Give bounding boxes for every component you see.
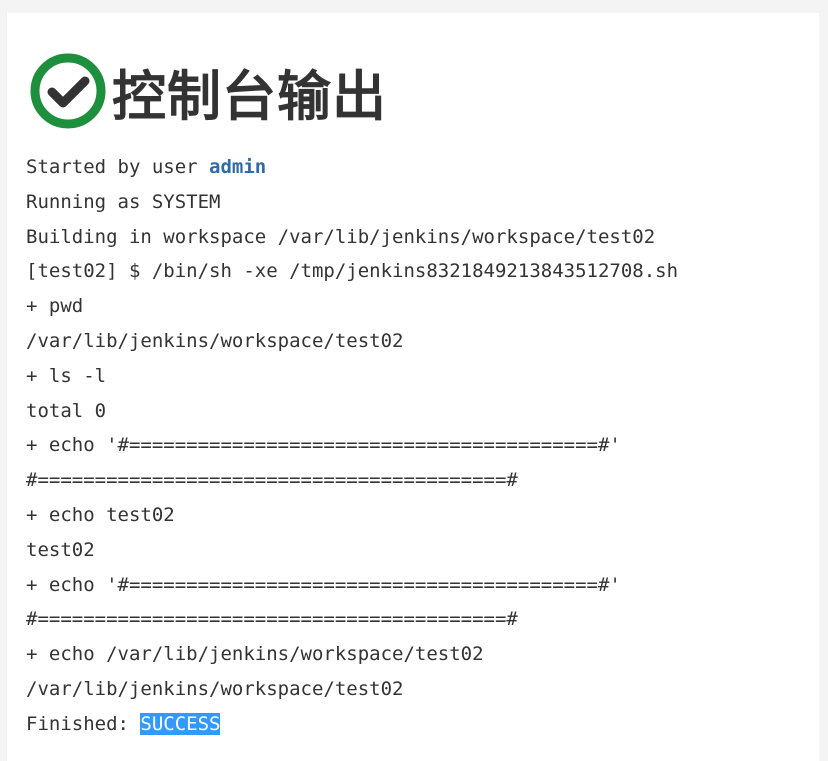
console-line: + ls -l (26, 364, 107, 387)
console-lines: Running as SYSTEM Building in workspace /… (26, 185, 678, 707)
finished-label: Finished: (26, 712, 141, 735)
check-circle-icon (30, 53, 106, 129)
console-line: Running as SYSTEM (26, 190, 221, 213)
console-line: Building in workspace /var/lib/jenkins/w… (26, 225, 656, 248)
console-line: /var/lib/jenkins/workspace/test02 (26, 329, 404, 352)
console-line-started: Started by user admin (26, 150, 678, 185)
console-line: total 0 (26, 399, 107, 422)
console-line: + echo '#===============================… (26, 573, 621, 596)
console-line: + echo test02 (26, 503, 175, 526)
console-line: test02 (26, 538, 95, 561)
console-line: #=======================================… (26, 469, 518, 492)
console-line: /var/lib/jenkins/workspace/test02 (26, 677, 404, 700)
page-header: 控制台输出 (28, 45, 387, 137)
console-line-finished: Finished: SUCCESS (26, 707, 678, 742)
page-title: 控制台输出 (112, 64, 387, 128)
build-result-badge: SUCCESS (140, 712, 221, 735)
console-line: #=======================================… (26, 608, 518, 631)
console-line: + echo '#===============================… (26, 434, 621, 457)
console-line: + echo /var/lib/jenkins/workspace/test02 (26, 643, 484, 666)
console-line: [test02] $ /bin/sh -xe /tmp/jenkins83218… (26, 260, 679, 283)
user-link-admin[interactable]: admin (209, 156, 266, 178)
console-log: Started by user admin Running as SYSTEM B… (26, 150, 678, 742)
console-line: + pwd (26, 295, 84, 318)
started-by-text: Started by user (26, 156, 210, 178)
